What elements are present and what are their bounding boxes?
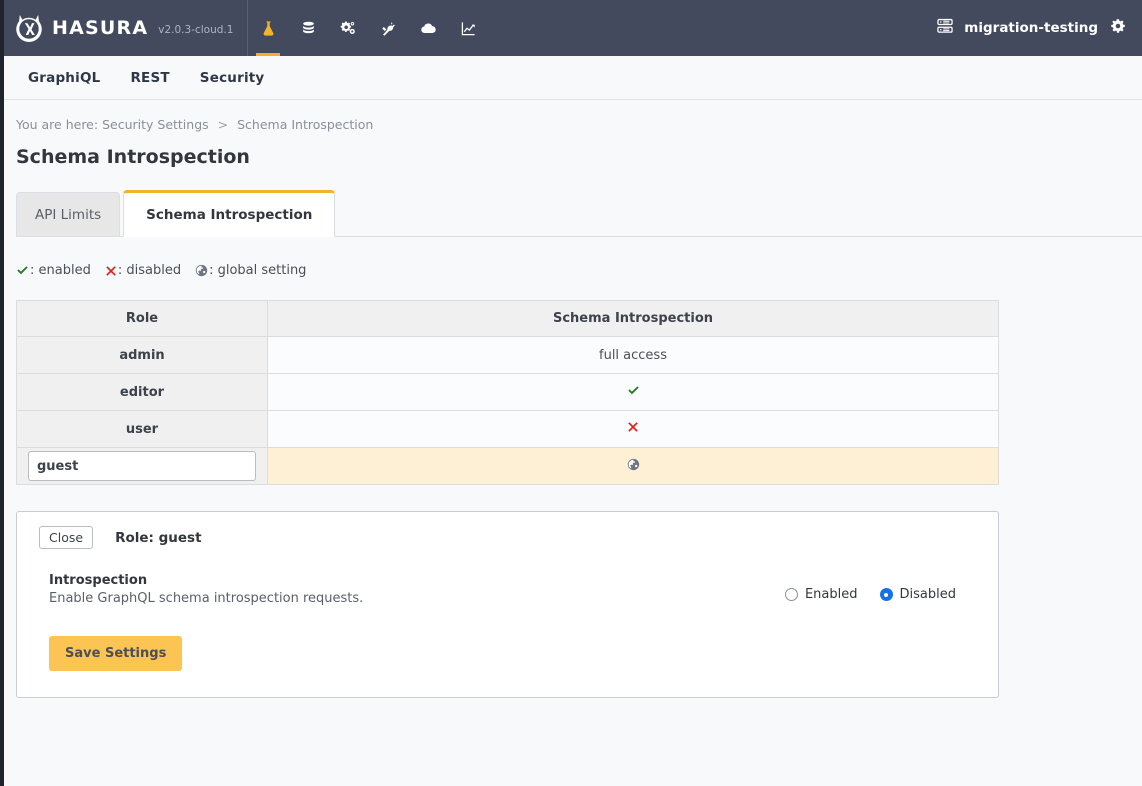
nav-icon-cloud[interactable] bbox=[408, 0, 448, 56]
server-stack-icon bbox=[936, 17, 954, 39]
table-row[interactable]: user bbox=[16, 411, 999, 448]
introspection-radio-group: Enabled Disabled bbox=[785, 573, 976, 602]
breadcrumb-current: Schema Introspection bbox=[237, 117, 373, 132]
introspection-setting-row: Introspection Enable GraphQL schema intr… bbox=[39, 573, 976, 606]
role-name-admin: admin bbox=[16, 337, 268, 374]
left-edge-rail bbox=[0, 0, 4, 786]
radio-option-enabled[interactable]: Enabled bbox=[785, 587, 858, 602]
legend-item-disabled: : disabled bbox=[105, 263, 181, 278]
check-icon bbox=[627, 386, 640, 401]
introspection-value-user[interactable] bbox=[268, 411, 999, 448]
nav-icon-remote-schemas-plug[interactable] bbox=[368, 0, 408, 56]
api-flask-icon bbox=[260, 20, 277, 37]
setting-text-group: Introspection Enable GraphQL schema intr… bbox=[49, 573, 785, 606]
column-header-role: Role bbox=[16, 300, 268, 337]
role-settings-panel: Close Role: guest Introspection Enable G… bbox=[16, 511, 999, 698]
breadcrumb-prefix: You are here: bbox=[16, 117, 98, 132]
secondary-navigation: GraphiQL REST Security bbox=[0, 56, 1142, 100]
role-name-editor: editor bbox=[16, 374, 268, 411]
globe-icon bbox=[627, 458, 640, 471]
project-selector[interactable]: migration-testing bbox=[924, 17, 1110, 39]
primary-nav-icons bbox=[248, 0, 488, 56]
breadcrumb: You are here: Security Settings > Schema… bbox=[16, 100, 1142, 132]
nav-icon-monitoring-chart[interactable] bbox=[448, 0, 488, 56]
introspection-value-editor[interactable] bbox=[268, 374, 999, 411]
radio-dot-disabled[interactable] bbox=[880, 588, 893, 601]
legend-label-disabled: : disabled bbox=[118, 263, 181, 278]
legend: : enabled : disabled : global setting bbox=[16, 263, 1142, 278]
brand-version: v2.0.3-cloud.1 bbox=[158, 24, 233, 36]
globe-icon bbox=[195, 264, 208, 277]
tab-bar: API Limits Schema Introspection bbox=[16, 190, 1142, 237]
panel-header: Close Role: guest bbox=[39, 526, 976, 549]
legend-item-global: : global setting bbox=[195, 263, 306, 278]
table-header-row: Role Schema Introspection bbox=[16, 300, 999, 337]
subnav-item-security[interactable]: Security bbox=[200, 70, 265, 86]
actions-gears-icon bbox=[340, 20, 357, 37]
radio-label-enabled: Enabled bbox=[805, 587, 858, 602]
radio-dot-enabled[interactable] bbox=[785, 588, 798, 601]
role-name-user: user bbox=[16, 411, 268, 448]
panel-role-label: Role: guest bbox=[115, 530, 201, 546]
page-content: You are here: Security Settings > Schema… bbox=[0, 100, 1142, 698]
top-navigation-bar: HASURA v2.0.3-cloud.1 bbox=[0, 0, 1142, 56]
introspection-value-admin[interactable]: full access bbox=[268, 337, 999, 374]
nav-icon-api-flask[interactable] bbox=[248, 0, 288, 56]
table-row[interactable]: editor bbox=[16, 374, 999, 411]
cloud-icon bbox=[420, 20, 437, 37]
setting-description: Enable GraphQL schema introspection requ… bbox=[49, 591, 785, 606]
table-row[interactable]: admin full access bbox=[16, 337, 999, 374]
monitoring-chart-icon bbox=[460, 20, 477, 37]
tab-api-limits[interactable]: API Limits bbox=[16, 192, 120, 237]
page-title: Schema Introspection bbox=[16, 146, 1142, 168]
column-header-schema-introspection: Schema Introspection bbox=[268, 300, 999, 337]
breadcrumb-separator: > bbox=[218, 117, 228, 132]
hasura-logo-icon bbox=[14, 13, 44, 43]
legend-item-enabled: : enabled bbox=[16, 263, 91, 278]
subnav-item-rest[interactable]: REST bbox=[130, 70, 169, 86]
database-icon bbox=[300, 20, 317, 37]
introspection-value-guest[interactable] bbox=[268, 448, 999, 485]
role-name-guest-cell bbox=[16, 448, 268, 485]
radio-label-disabled: Disabled bbox=[900, 587, 956, 602]
legend-label-global: : global setting bbox=[209, 263, 306, 278]
table-row[interactable] bbox=[16, 448, 999, 485]
brand-area[interactable]: HASURA v2.0.3-cloud.1 bbox=[0, 0, 248, 56]
remote-schemas-plug-icon bbox=[380, 20, 397, 37]
subnav-item-graphiql[interactable]: GraphiQL bbox=[28, 70, 100, 86]
cross-icon bbox=[627, 422, 639, 437]
brand-name: HASURA bbox=[52, 17, 148, 39]
nav-icon-database[interactable] bbox=[288, 0, 328, 56]
role-permissions-table: Role Schema Introspection admin full acc… bbox=[16, 300, 999, 485]
radio-option-disabled[interactable]: Disabled bbox=[880, 587, 956, 602]
legend-label-enabled: : enabled bbox=[30, 263, 91, 278]
check-icon bbox=[16, 264, 29, 277]
gear-icon bbox=[1110, 18, 1126, 38]
settings-gear-button[interactable] bbox=[1110, 0, 1136, 56]
tab-schema-introspection[interactable]: Schema Introspection bbox=[123, 190, 335, 237]
cross-icon bbox=[105, 265, 117, 277]
table-body: admin full access editor user bbox=[16, 337, 999, 485]
topbar-right-group: migration-testing bbox=[924, 0, 1142, 56]
close-button[interactable]: Close bbox=[39, 526, 93, 549]
setting-title: Introspection bbox=[49, 573, 785, 588]
nav-icon-actions-gears[interactable] bbox=[328, 0, 368, 56]
project-name: migration-testing bbox=[964, 20, 1098, 36]
save-settings-button[interactable]: Save Settings bbox=[49, 636, 182, 671]
table-head: Role Schema Introspection bbox=[16, 300, 999, 337]
role-name-input[interactable] bbox=[28, 451, 256, 481]
breadcrumb-parent-link[interactable]: Security Settings bbox=[102, 117, 209, 132]
